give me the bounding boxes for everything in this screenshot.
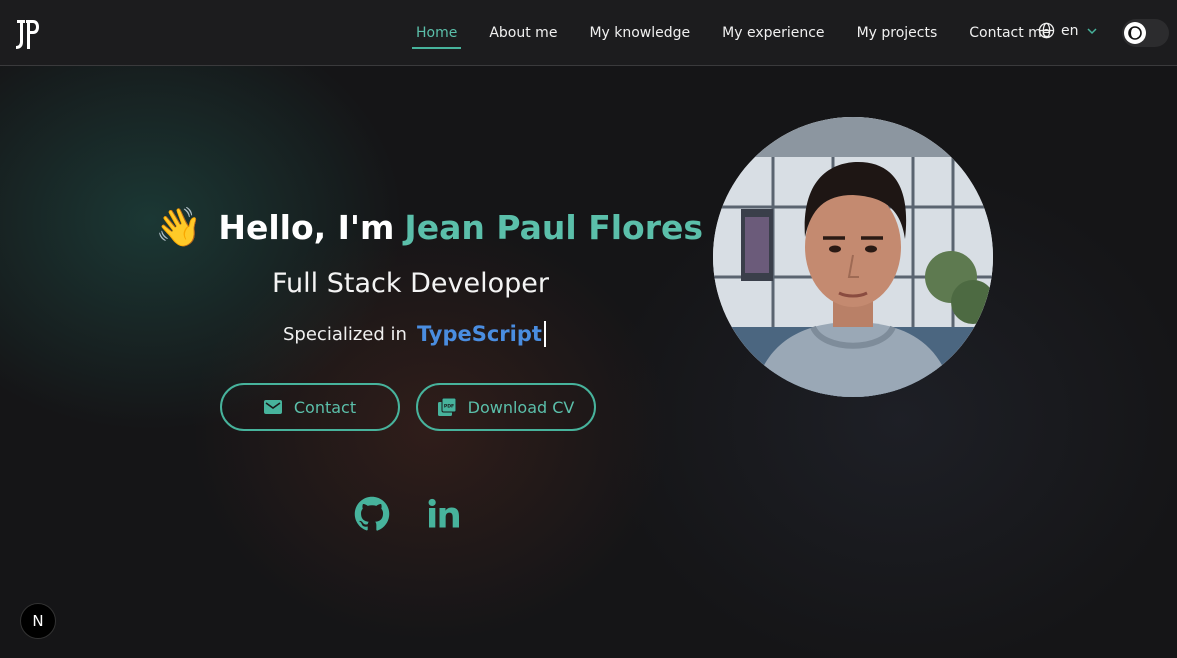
language-value: en	[1061, 22, 1079, 39]
page-background	[0, 0, 1177, 658]
globe-icon	[1038, 22, 1055, 39]
specialized-prefix: Specialized in	[283, 323, 407, 345]
waving-hand-icon: 👋	[155, 205, 203, 249]
contact-button-label: Contact	[293, 397, 357, 417]
mail-icon	[263, 400, 282, 414]
main-nav: Home About me My knowledge My experience…	[400, 0, 1066, 66]
role-title: Full Stack Developer	[272, 268, 549, 299]
theme-toggle[interactable]	[1122, 19, 1169, 47]
pdf-icon: PDF	[437, 398, 456, 416]
nav-about-me[interactable]: About me	[489, 0, 557, 66]
profile-photo	[713, 117, 993, 397]
download-cv-button[interactable]: PDF Download CV	[416, 383, 596, 431]
typing-caret	[543, 321, 546, 347]
specialized-line: Specialized in TypeScript	[283, 321, 546, 347]
contact-button[interactable]: Contact	[220, 383, 400, 431]
linkedin-icon[interactable]	[426, 496, 462, 532]
svg-text:PDF: PDF	[443, 404, 453, 410]
moon-icon	[1124, 22, 1146, 44]
nav-home[interactable]: Home	[411, 0, 462, 66]
nextjs-dev-badge[interactable]: N	[20, 603, 56, 639]
github-icon[interactable]	[354, 496, 390, 532]
specialized-tech: TypeScript	[416, 322, 542, 346]
nav-my-projects[interactable]: My projects	[857, 0, 938, 66]
nav-my-knowledge[interactable]: My knowledge	[589, 0, 690, 66]
site-logo[interactable]	[14, 17, 40, 51]
nav-my-experience[interactable]: My experience	[722, 0, 824, 66]
hero-heading: 👋 Hello, I'm Jean Paul Flores	[155, 205, 703, 250]
download-cv-label: Download CV	[467, 397, 575, 417]
language-selector[interactable]: en	[1038, 22, 1097, 39]
greeting-text: Hello, I'm	[218, 208, 395, 247]
person-name: Jean Paul Flores	[404, 208, 704, 247]
top-navbar: Home About me My knowledge My experience…	[0, 0, 1177, 66]
chevron-down-icon	[1086, 27, 1097, 34]
